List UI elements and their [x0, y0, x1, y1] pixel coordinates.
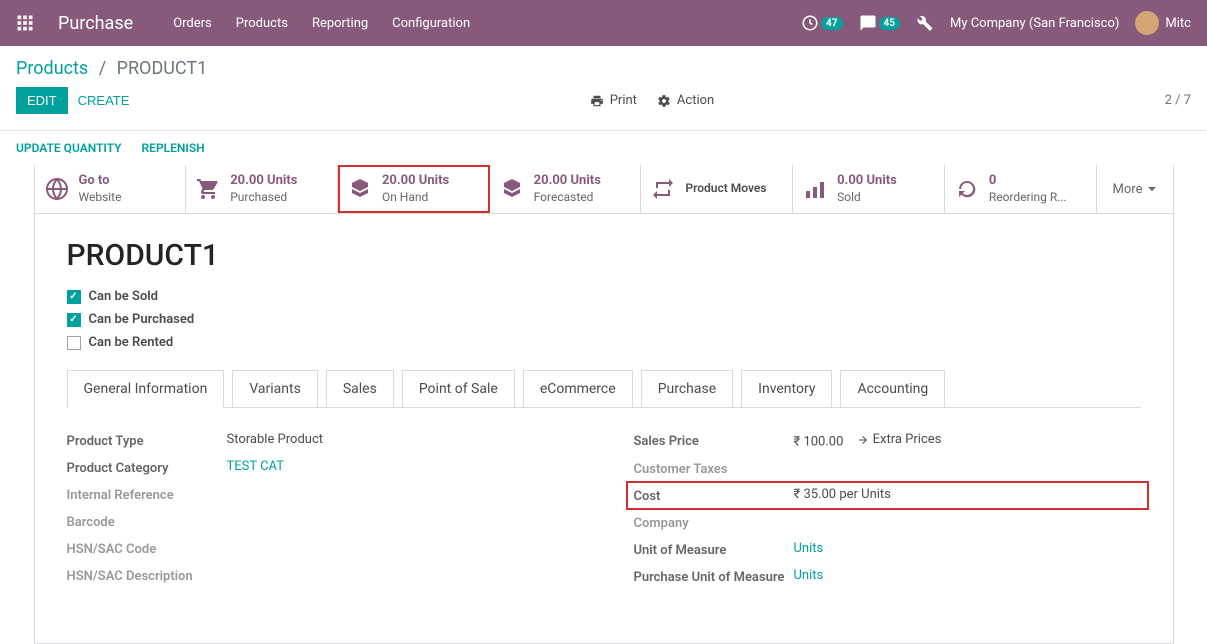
action-menu[interactable]: Action: [657, 93, 714, 108]
stat-sold[interactable]: 0.00 UnitsSold: [793, 165, 945, 213]
product-category-label: Product Category: [67, 459, 227, 476]
tab-general-info[interactable]: General Information: [67, 370, 225, 408]
checkbox-icon: [67, 336, 81, 350]
boxes-icon: [500, 177, 524, 201]
tools-icon[interactable]: [916, 14, 934, 32]
edit-button[interactable]: Edit: [16, 87, 68, 114]
sales-price-value: ₹ 100.00 Extra Prices: [794, 432, 1141, 450]
app-brand[interactable]: Purchase: [58, 13, 133, 34]
can-be-sold-checkbox[interactable]: Can be Sold: [67, 289, 1141, 304]
stat-on-hand[interactable]: 20.00 UnitsOn Hand: [338, 165, 490, 213]
stat-buttons: Go toWebsite 20.00 UnitsPurchased 20.00 …: [35, 165, 1173, 214]
replenish-button[interactable]: Replenish: [142, 141, 205, 155]
purchase-uom-value[interactable]: Units: [794, 568, 1141, 583]
breadcrumb-separator: /: [99, 58, 106, 79]
user-menu[interactable]: Mitc: [1135, 11, 1191, 35]
breadcrumb-parent[interactable]: Products: [16, 58, 88, 79]
hsn-desc-label: HSN/SAC Description: [67, 567, 227, 584]
stat-moves[interactable]: Product Moves: [641, 165, 793, 213]
messages-icon[interactable]: 45: [859, 14, 900, 32]
breadcrumb-current: PRODUCT1: [117, 58, 208, 79]
stat-more[interactable]: More: [1097, 165, 1173, 213]
cost-value: ₹ 35.00 per Units: [794, 487, 1141, 502]
create-button[interactable]: Create: [68, 88, 140, 113]
extra-prices-link[interactable]: Extra Prices: [857, 432, 942, 447]
tab-variants[interactable]: Variants: [232, 370, 318, 408]
nav-products[interactable]: Products: [236, 16, 288, 31]
tab-purchase[interactable]: Purchase: [641, 370, 733, 408]
user-name: Mitc: [1165, 16, 1191, 31]
boxes-icon: [348, 177, 372, 201]
apps-menu-icon[interactable]: [16, 14, 34, 32]
update-quantity-button[interactable]: Update Quantity: [16, 141, 122, 155]
product-type-value: Storable Product: [227, 432, 574, 447]
top-navbar: Purchase Orders Products Reporting Confi…: [0, 0, 1207, 46]
chart-icon: [803, 177, 827, 201]
refresh-icon: [955, 177, 979, 201]
cart-icon: [196, 177, 220, 201]
print-icon: [590, 94, 604, 108]
print-action[interactable]: Print: [590, 93, 637, 108]
nav-configuration[interactable]: Configuration: [392, 16, 470, 31]
breadcrumb: Products / PRODUCT1: [16, 58, 1191, 79]
checkbox-icon: [67, 290, 81, 304]
activity-icon[interactable]: 47: [801, 14, 842, 32]
pager[interactable]: 2 / 7: [1165, 93, 1191, 108]
tab-sales[interactable]: Sales: [326, 370, 394, 408]
can-be-purchased-checkbox[interactable]: Can be Purchased: [67, 312, 1141, 327]
stat-website[interactable]: Go toWebsite: [35, 165, 187, 213]
nav-reporting[interactable]: Reporting: [312, 16, 368, 31]
tab-nav: General Information Variants Sales Point…: [67, 370, 1141, 408]
tab-ecommerce[interactable]: eCommerce: [523, 370, 633, 408]
arrow-right-icon: [857, 434, 869, 446]
company-label: Company: [634, 514, 794, 531]
product-type-label: Product Type: [67, 432, 227, 449]
gear-icon: [657, 94, 671, 108]
can-be-rented-checkbox[interactable]: Can be Rented: [67, 335, 1141, 350]
company-selector[interactable]: My Company (San Francisco): [950, 16, 1119, 31]
sales-price-label: Sales Price: [634, 432, 794, 449]
barcode-label: Barcode: [67, 513, 227, 530]
hsn-code-label: HSN/SAC Code: [67, 540, 227, 557]
purchase-uom-label: Purchase Unit of Measure: [634, 568, 794, 585]
cost-label: Cost: [634, 487, 794, 504]
tab-inventory[interactable]: Inventory: [741, 370, 832, 408]
uom-label: Unit of Measure: [634, 541, 794, 558]
chevron-down-icon: [1148, 187, 1156, 191]
checkbox-icon: [67, 313, 81, 327]
messages-badge: 45: [879, 17, 900, 30]
exchange-icon: [651, 177, 675, 201]
product-category-value[interactable]: TEST CAT: [227, 459, 574, 474]
stat-reordering[interactable]: 0Reordering R...: [945, 165, 1097, 213]
tab-accounting[interactable]: Accounting: [840, 370, 945, 408]
internal-ref-label: Internal Reference: [67, 486, 227, 503]
activity-badge: 47: [821, 17, 842, 30]
nav-menu: Orders Products Reporting Configuration: [173, 16, 801, 31]
user-avatar: [1135, 11, 1159, 35]
tab-pos[interactable]: Point of Sale: [402, 370, 515, 408]
globe-icon: [45, 177, 69, 201]
stat-purchased[interactable]: 20.00 UnitsPurchased: [186, 165, 338, 213]
uom-value[interactable]: Units: [794, 541, 1141, 556]
nav-orders[interactable]: Orders: [173, 16, 212, 31]
stat-forecasted[interactable]: 20.00 UnitsForecasted: [490, 165, 642, 213]
product-name: PRODUCT1: [67, 238, 1141, 273]
customer-taxes-label: Customer Taxes: [634, 460, 794, 477]
